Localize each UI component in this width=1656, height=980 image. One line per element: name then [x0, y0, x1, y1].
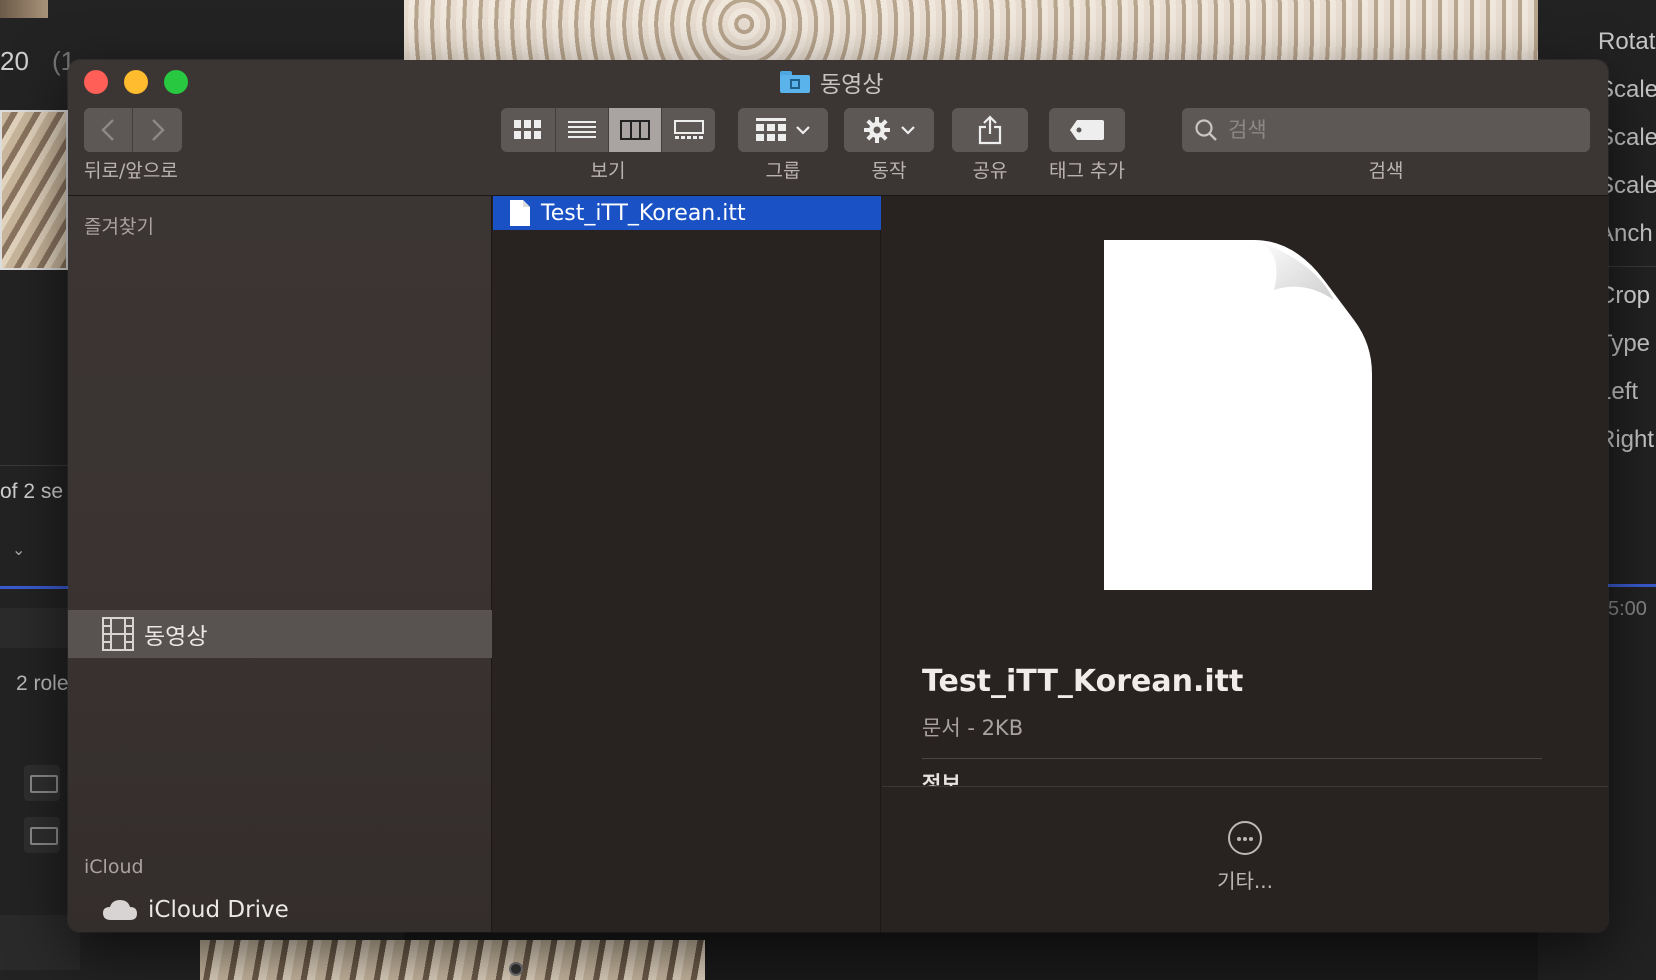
inspector-timecode: 5:00	[1608, 598, 1647, 620]
group-icon	[756, 118, 786, 141]
sidebar: 즐겨찾기 동영상 iCloud iCloud Drive	[68, 196, 492, 932]
caption-icon[interactable]	[24, 765, 60, 801]
back-button[interactable]	[84, 108, 133, 152]
gallery-view-button[interactable]	[662, 108, 715, 152]
forward-button[interactable]	[133, 108, 182, 152]
background-clip-thumbnail[interactable]	[0, 110, 68, 270]
share-button[interactable]	[952, 108, 1028, 152]
cloud-icon	[103, 900, 137, 920]
preview-pane: Test_iTT_Korean.itt 문서 - 2KB 정보 기타...	[882, 196, 1608, 932]
film-icon	[102, 617, 134, 651]
search-icon	[1195, 119, 1217, 141]
preview-divider	[922, 758, 1542, 759]
background-roles-text: 2 role	[16, 672, 69, 695]
background-selection-text: of 2 se	[0, 480, 64, 503]
sidebar-heading-icloud: iCloud	[84, 856, 144, 878]
preview-file-meta: 문서 - 2KB	[922, 716, 1024, 740]
icon-view-button[interactable]	[501, 108, 556, 152]
sidebar-heading-favorites: 즐겨찾기	[84, 216, 154, 238]
file-name: Test_iTT_Korean.itt	[541, 200, 746, 226]
file-column: Test_iTT_Korean.itt	[493, 196, 881, 932]
search-label: 검색	[1368, 160, 1404, 182]
chevron-down-icon	[901, 126, 915, 135]
view-mode-control	[501, 108, 715, 152]
preview-file-name: Test_iTT_Korean.itt	[922, 664, 1244, 699]
movies-folder-icon	[780, 71, 810, 93]
ellipsis-icon	[1228, 821, 1262, 855]
chevron-left-icon	[101, 119, 114, 141]
close-button[interactable]	[84, 70, 108, 94]
file-row[interactable]: Test_iTT_Korean.itt	[493, 196, 881, 230]
search-input[interactable]	[1228, 118, 1568, 142]
group-button[interactable]	[738, 108, 828, 152]
column-view-button[interactable]	[609, 108, 662, 152]
finder-window: 동영상 뒤로/앞으로 보기 그룹 동작 공유 태그 추가 검색 검색 즐겨찾기 …	[68, 60, 1608, 932]
background-viewer-image	[404, 0, 1538, 60]
chevron-down-icon	[796, 126, 810, 135]
list-icon	[568, 121, 596, 138]
share-icon	[978, 115, 1002, 145]
grid-icon	[514, 120, 541, 139]
view-label: 보기	[590, 160, 626, 182]
caption-icon[interactable]	[24, 817, 60, 853]
window-title-text: 동영상	[820, 72, 884, 98]
list-view-button[interactable]	[556, 108, 609, 152]
add-tag-label: 태그 추가	[1049, 160, 1125, 182]
group-label: 그룹	[765, 160, 801, 182]
background-count: 20	[0, 46, 29, 76]
toolbar: 동영상 뒤로/앞으로 보기 그룹 동작 공유 태그 추가 검색 검색	[68, 60, 1608, 196]
search-field[interactable]	[1182, 108, 1590, 152]
more-label: 기타...	[1217, 869, 1273, 893]
back-forward-label: 뒤로/앞으로	[84, 160, 178, 182]
document-preview-icon	[1104, 240, 1372, 590]
chevron-down-icon[interactable]: ⌄	[12, 540, 30, 559]
preview-info-heading-clip: 정보	[922, 768, 1222, 787]
inspector-label: Rotat	[1598, 28, 1656, 55]
background-timeline-handle[interactable]	[509, 962, 523, 976]
gear-icon	[864, 117, 890, 143]
columns-icon	[620, 120, 650, 140]
add-tag-button[interactable]	[1049, 108, 1125, 152]
document-icon	[510, 200, 530, 226]
minimize-button[interactable]	[124, 70, 148, 94]
back-forward-control	[84, 108, 182, 152]
preview-info-heading: 정보	[922, 772, 961, 787]
tag-icon	[1070, 120, 1104, 140]
sidebar-item-icloud-drive[interactable]: iCloud Drive	[68, 886, 492, 932]
maximize-button[interactable]	[164, 70, 188, 94]
action-button[interactable]	[844, 108, 934, 152]
sidebar-item-movies[interactable]: 동영상	[68, 610, 492, 658]
background-timeline-filmstrip[interactable]	[200, 940, 705, 980]
background-thumbnail	[0, 0, 48, 18]
window-title: 동영상	[780, 66, 883, 98]
sidebar-item-label: iCloud Drive	[148, 897, 289, 923]
action-label: 동작	[871, 160, 907, 182]
gallery-icon	[673, 120, 704, 139]
sidebar-item-label: 동영상	[144, 624, 208, 650]
preview-actions: 기타...	[882, 786, 1608, 932]
more-button[interactable]: 기타...	[1192, 821, 1298, 894]
chevron-right-icon	[151, 119, 165, 141]
share-label: 공유	[972, 160, 1008, 182]
